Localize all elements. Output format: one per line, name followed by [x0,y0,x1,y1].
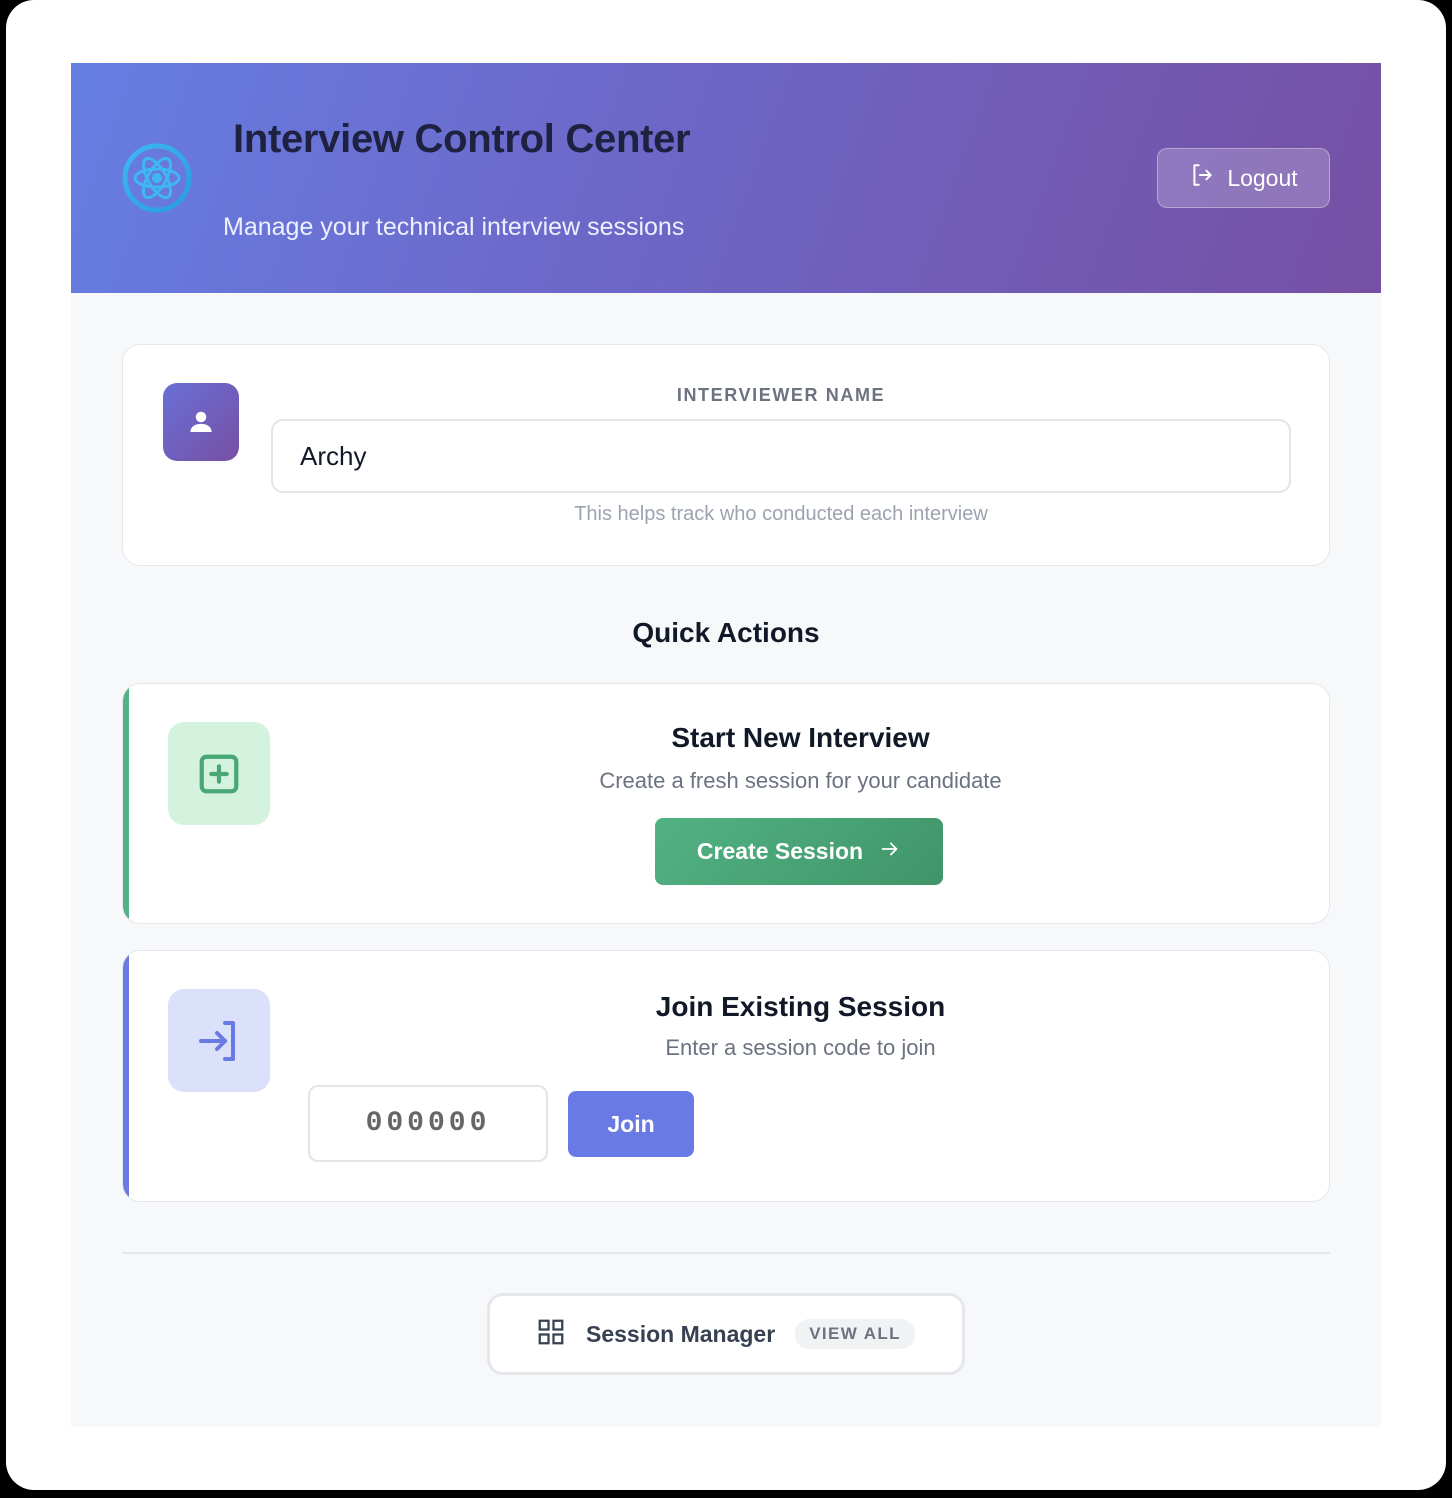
join-existing-session-description: Enter a session code to join [665,1035,936,1060]
session-code-input[interactable] [308,1085,548,1162]
app-window: Interview Control Center Manage your tec… [6,0,1446,1490]
join-button[interactable]: Join [568,1091,694,1157]
grid-icon [536,1317,566,1352]
plus-square-icon [168,722,270,825]
interviewer-name-input[interactable] [271,419,1291,493]
section-divider [122,1252,1330,1254]
logout-label: Logout [1227,164,1298,191]
user-icon [163,383,239,461]
page-header: Interview Control Center Manage your tec… [71,63,1381,293]
create-session-label: Create Session [696,838,864,864]
quick-actions-title: Quick Actions [632,617,820,648]
start-new-interview-description: Create a fresh session for your candidat… [599,768,1002,793]
interviewer-helper-text: This helps track who conducted each inte… [574,503,988,525]
card-accent-stripe [123,684,129,923]
page-subtitle: Manage your technical interview sessions [223,213,685,241]
login-icon [168,989,270,1092]
create-session-button[interactable]: Create Session [655,818,943,885]
session-manager-label: Session Manager [586,1320,776,1347]
logout-button[interactable]: Logout [1157,148,1330,208]
page-title: Interview Control Center [233,117,691,161]
logout-icon [1189,162,1215,194]
view-all-badge: VIEW ALL [795,1319,915,1349]
join-existing-session-card: Join Existing Session Enter a session co… [122,950,1330,1202]
card-accent-stripe [123,951,129,1201]
interviewer-name-label: INTERVIEWER NAME [676,385,886,405]
globe-atom-icon [121,139,201,219]
interviewer-card: INTERVIEWER NAME This helps track who co… [122,344,1330,566]
arrow-right-icon [879,838,901,866]
session-manager-button[interactable]: Session Manager VIEW ALL [487,1293,965,1375]
start-new-interview-card: Start New Interview Create a fresh sessi… [122,683,1330,924]
join-existing-session-title: Join Existing Session [655,991,946,1022]
start-new-interview-title: Start New Interview [671,722,930,753]
app-container: Interview Control Center Manage your tec… [71,63,1381,1427]
